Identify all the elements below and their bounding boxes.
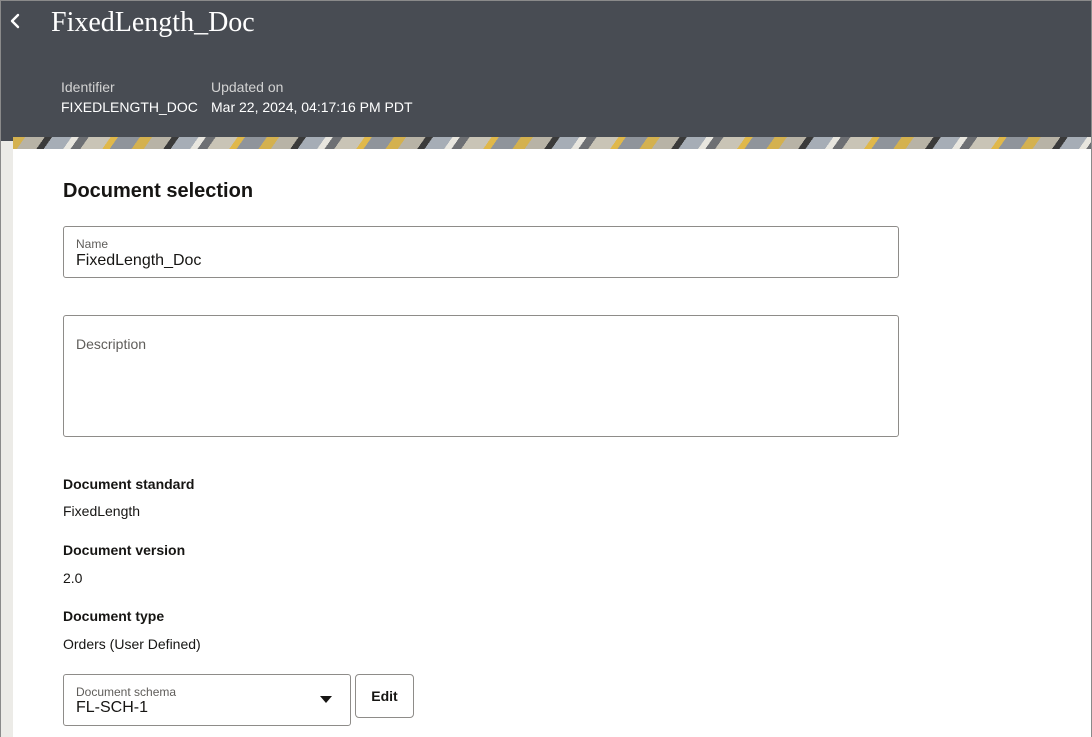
updated-value: Mar 22, 2024, 04:17:16 PM PDT: [211, 99, 413, 115]
document-version-value: 2.0: [63, 570, 83, 586]
name-label: Name: [76, 237, 109, 251]
identifier-meta: Identifier FIXEDLENGTH_DOC: [61, 79, 198, 115]
document-schema-value: FL-SCH-1: [76, 699, 149, 716]
document-type-label: Document type: [63, 608, 165, 624]
edit-schema-button[interactable]: Edit: [355, 674, 414, 718]
chevron-left-icon: [9, 13, 21, 34]
updated-meta: Updated on Mar 22, 2024, 04:17:16 PM PDT: [211, 79, 413, 115]
name-value: FixedLength_Doc: [76, 252, 202, 269]
updated-label: Updated on: [211, 79, 284, 95]
name-field[interactable]: Name FixedLength_Doc: [63, 226, 899, 278]
document-schema-label: Document schema: [76, 685, 177, 699]
back-button[interactable]: [5, 11, 25, 35]
decorative-banner-pattern: [13, 137, 1091, 149]
document-version-label: Document version: [63, 542, 186, 558]
document-standard-value: FixedLength: [63, 503, 141, 519]
document-schema-select[interactable]: Document schema FL-SCH-1: [63, 674, 351, 726]
document-selection-card: Document selection Name FixedLength_Doc …: [13, 149, 1091, 737]
left-margin: [1, 141, 13, 737]
section-title: Document selection: [63, 180, 254, 202]
description-field[interactable]: Description: [63, 315, 899, 437]
page-header: FixedLength_Doc Identifier FIXEDLENGTH_D…: [1, 1, 1091, 141]
page-title: FixedLength_Doc: [51, 7, 255, 38]
document-standard-label: Document standard: [63, 476, 195, 492]
description-label: Description: [76, 336, 147, 352]
identifier-value: FIXEDLENGTH_DOC: [61, 99, 198, 115]
identifier-label: Identifier: [61, 79, 115, 95]
caret-down-icon: [320, 696, 332, 703]
document-type-value: Orders (User Defined): [63, 636, 201, 652]
